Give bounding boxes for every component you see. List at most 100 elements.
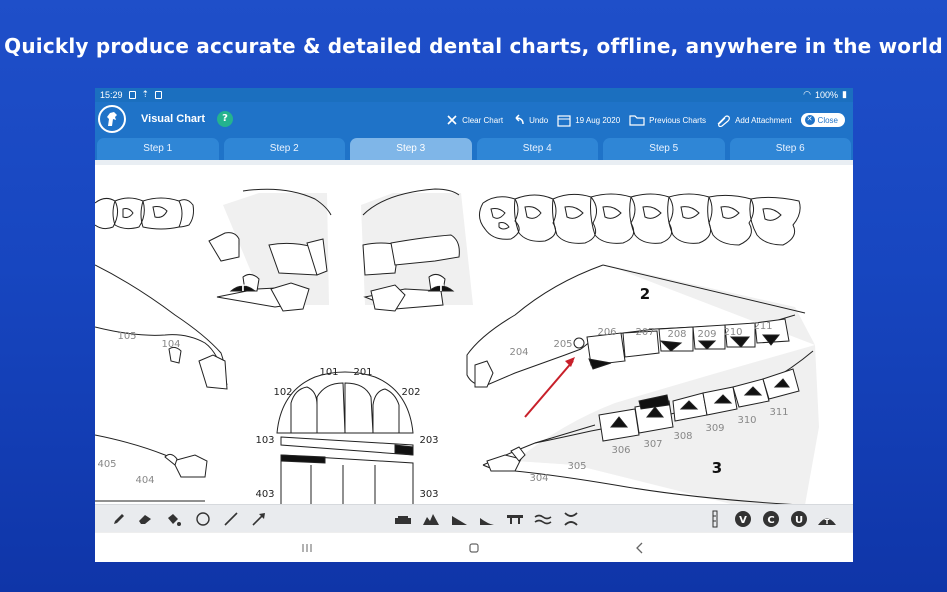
previous-charts-label: Previous Charts [649, 115, 707, 125]
label-304: 304 [529, 473, 548, 484]
label-210: 210 [723, 327, 742, 338]
label-307: 307 [643, 439, 662, 450]
date-picker[interactable]: 19 Aug 2020 [557, 114, 620, 127]
marker-letter-right: T [438, 284, 445, 294]
label-208: 208 [667, 329, 686, 340]
v-badge-letter: V [739, 515, 747, 526]
dental-chart-canvas[interactable]: 105 104 405 404 204 205 206 207 208 209 … [95, 160, 853, 504]
battery-icon: ▮ [842, 89, 847, 99]
label-309: 309 [705, 423, 724, 434]
tab-step-4[interactable]: Step 4 [476, 138, 598, 160]
tablet-screen: 15:29 ⇡ ◠ 100% ▮ Visual Chart ? Clear Ch… [95, 88, 853, 562]
back-icon[interactable] [631, 539, 649, 557]
label-206: 206 [597, 327, 616, 338]
v-badge-icon[interactable]: V [733, 509, 753, 529]
undo-label: Undo [529, 115, 549, 125]
eraser-icon[interactable] [135, 509, 155, 529]
drawing-toolbar: V C U T [95, 504, 853, 532]
undo-button[interactable]: Undo [512, 114, 548, 126]
tab-step-5[interactable]: Step 5 [603, 138, 725, 160]
dental-chart-drawing[interactable]: 105 104 405 404 204 205 206 207 208 209 … [95, 165, 853, 504]
label-305: 305 [567, 461, 586, 472]
pencil-icon[interactable] [109, 509, 129, 529]
tab-step-3[interactable]: Step 3 [350, 138, 472, 160]
top-toolbar: Clear Chart Undo 19 Aug 2020 Previous Ch… [446, 110, 845, 130]
tab-step-6[interactable]: Step 6 [729, 138, 851, 160]
label-101: 101 [319, 367, 338, 378]
label-104: 104 [161, 339, 180, 350]
android-nav-bar [95, 532, 853, 562]
marker-letter-left: T [240, 284, 247, 294]
close-button[interactable]: ✕ Close [800, 113, 845, 127]
label-201: 201 [353, 367, 372, 378]
calendar-icon [557, 114, 571, 127]
flat-wear-icon[interactable] [393, 509, 413, 529]
c-badge-icon[interactable]: C [761, 509, 781, 529]
label-205: 205 [553, 339, 572, 350]
fill-icon[interactable] [163, 509, 183, 529]
label-303: 303 [419, 489, 438, 500]
t-badge-icon[interactable]: T [817, 509, 837, 529]
label-103: 103 [255, 435, 274, 446]
annotation-arrow[interactable] [524, 357, 575, 418]
slope-icon[interactable] [477, 509, 497, 529]
horse-logo-icon[interactable] [98, 105, 126, 133]
gap-icon[interactable] [505, 509, 525, 529]
incisor-side-view-left[interactable] [208, 188, 332, 312]
app-title: Visual Chart [141, 113, 205, 125]
close-icon: ✕ [804, 115, 815, 125]
clear-chart-button[interactable]: Clear Chart [446, 114, 503, 126]
check-icon [155, 90, 163, 99]
upper-left-occlusal-teeth[interactable] [95, 197, 194, 230]
quadrant-2-label: 2 [640, 285, 650, 303]
upper-right-occlusal-teeth[interactable] [479, 193, 801, 246]
label-207: 207 [635, 327, 654, 338]
arrow-icon[interactable] [249, 509, 269, 529]
marketing-headline: Quickly produce accurate & detailed dent… [4, 34, 943, 58]
incisor-side-view-right[interactable] [361, 188, 473, 312]
add-attachment-button[interactable]: Add Attachment [715, 114, 792, 127]
label-405: 405 [97, 459, 116, 470]
help-button[interactable]: ? [217, 111, 233, 127]
ruler-icon[interactable] [705, 509, 725, 529]
undo-icon [515, 114, 524, 125]
c-badge-letter: C [767, 515, 774, 526]
front-incisor-view[interactable] [276, 371, 414, 504]
line-icon[interactable] [221, 509, 241, 529]
wave-icon[interactable] [533, 509, 553, 529]
home-icon[interactable] [465, 539, 483, 557]
close-x-icon [447, 115, 457, 125]
status-time: 15:29 [100, 89, 123, 100]
tab-step-2[interactable]: Step 2 [223, 138, 345, 160]
label-403: 403 [255, 489, 274, 500]
label-311: 311 [769, 407, 788, 418]
label-211: 211 [753, 321, 772, 332]
overbite-icon[interactable] [561, 509, 581, 529]
label-209: 209 [697, 329, 716, 340]
step-tabs: Step 1 Step 2 Step 3 Step 4 Step 5 Step … [95, 138, 853, 160]
app-bar: Visual Chart ? Clear Chart Undo 19 Aug 2… [95, 102, 853, 138]
add-attachment-label: Add Attachment [735, 115, 792, 125]
close-label: Close [817, 115, 838, 125]
upper-left-jaw[interactable] [95, 264, 228, 390]
circle-icon[interactable] [193, 509, 213, 529]
label-310: 310 [737, 415, 756, 426]
label-308: 308 [673, 431, 692, 442]
label-202: 202 [401, 387, 420, 398]
folder-icon [629, 115, 645, 126]
status-bar: 15:29 ⇡ ◠ 100% ▮ [95, 88, 853, 102]
v-marker-icon[interactable] [573, 337, 585, 349]
ramp-icon[interactable] [449, 509, 469, 529]
label-203: 203 [419, 435, 438, 446]
previous-charts-button[interactable]: Previous Charts [629, 114, 706, 126]
quadrant-3-label: 3 [712, 459, 722, 477]
wifi-icon: ◠ [803, 89, 812, 99]
u-badge-letter: U [795, 515, 803, 526]
label-102: 102 [273, 387, 292, 398]
tab-step-1[interactable]: Step 1 [97, 138, 219, 160]
peaks-icon[interactable] [421, 509, 441, 529]
recents-icon[interactable] [298, 539, 316, 557]
label-105: 105 [117, 331, 136, 342]
upload-icon: ⇡ [141, 89, 150, 99]
u-badge-icon[interactable]: U [789, 509, 809, 529]
